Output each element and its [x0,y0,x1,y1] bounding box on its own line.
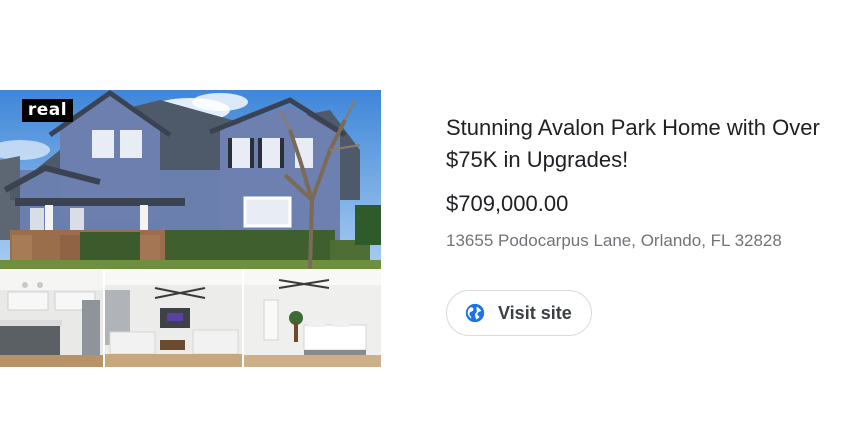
living-room-photo[interactable] [105,270,242,367]
listing-address: 13655 Podocarpus Lane, Orlando, FL 32828 [446,231,782,250]
visit-site-button[interactable]: Visit site [446,290,592,336]
bedroom-photo[interactable] [244,270,381,367]
brand-logo: real [22,99,73,122]
visit-site-label: Visit site [498,302,572,323]
kitchen-photo[interactable] [0,270,103,367]
listing-info: Stunning Avalon Park Home with Over $75K… [446,112,858,253]
listing-photos[interactable]: real [0,90,381,367]
listing-price: $709,000.00 [446,191,569,216]
globe-icon [465,303,485,323]
listing-card: real Stunning Avalon Park Home with Over… [0,0,858,435]
listing-title[interactable]: Stunning Avalon Park Home with Over $75K… [446,112,858,176]
